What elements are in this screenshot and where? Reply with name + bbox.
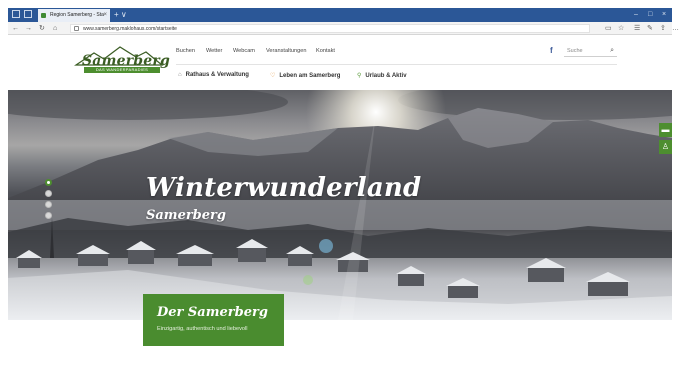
notes-icon[interactable]: ✎	[647, 23, 653, 34]
maximize-button[interactable]: □	[648, 9, 652, 20]
more-icon[interactable]: …	[672, 23, 679, 34]
slider-dot[interactable]	[45, 212, 52, 219]
search-placeholder: Suche	[567, 48, 583, 54]
slider-dot[interactable]	[45, 190, 52, 197]
hero-banner: Winterwunderland Samerberg ▬ ♙	[8, 90, 672, 320]
new-tab-button[interactable]: + ∨	[114, 10, 127, 19]
tab-list-icon[interactable]	[24, 10, 32, 18]
intro-card[interactable]: Der Samerberg Einzigartig, authentisch u…	[143, 294, 284, 346]
logo-tagline: DAS WANDERPARADIES	[84, 67, 160, 73]
window-menu-icon[interactable]	[12, 10, 20, 18]
slider-dot[interactable]	[45, 179, 52, 186]
subnav-item-leben[interactable]: ♡ Leben am Samerberg	[270, 72, 340, 79]
header-divider	[176, 64, 617, 65]
subnav-label: Leben am Samerberg	[279, 73, 341, 79]
card-title: Der Samerberg	[157, 305, 268, 320]
browser-addressbar: ← → ↻ ⌂ www.samerberg.maklohaus.com/star…	[8, 22, 679, 35]
favorites-hub-icon[interactable]: ☰	[634, 23, 640, 34]
nav-item-kontakt[interactable]: Kontakt	[316, 48, 335, 54]
card-subtitle: Einzigartig, authentisch und liebevoll	[157, 326, 248, 332]
nav-item-wetter[interactable]: Wetter	[206, 48, 222, 54]
subnav-label: Urlaub & Aktiv	[365, 73, 407, 79]
browser-tabbar: Region Samerberg - Sta × + ∨ – □ ×	[8, 8, 672, 22]
subnav-item-urlaub[interactable]: ⚲ Urlaub & Aktiv	[357, 72, 407, 79]
facebook-icon[interactable]: f	[550, 46, 553, 55]
slider-dot[interactable]	[45, 201, 52, 208]
person-icon[interactable]: ♙	[659, 140, 672, 154]
page-info-icon	[74, 26, 79, 31]
hiker-icon: ⚲	[357, 73, 362, 79]
house-icon: ⌂	[178, 72, 182, 78]
slider-dots	[45, 179, 52, 223]
heart-icon: ♡	[270, 73, 276, 79]
subnav-item-rathaus[interactable]: ⌂ Rathaus & Verwaltung	[178, 72, 249, 78]
search-input[interactable]: Suche ⌕	[564, 45, 617, 57]
hero-landscape	[8, 90, 672, 320]
favorite-star-icon[interactable]: ☆	[618, 23, 624, 34]
nav-item-webcam[interactable]: Webcam	[233, 48, 255, 54]
close-window-button[interactable]: ×	[662, 9, 666, 20]
hero-subtitle: Samerberg	[146, 208, 226, 223]
nav-item-buchen[interactable]: Buchen	[176, 48, 195, 54]
hero-title: Winterwunderland	[146, 173, 422, 203]
minimize-button[interactable]: –	[634, 9, 638, 20]
tab-close-icon[interactable]: ×	[103, 9, 107, 22]
share-icon[interactable]: ⇪	[660, 23, 666, 34]
favicon-icon	[41, 13, 46, 18]
browser-tab[interactable]: Region Samerberg - Sta ×	[38, 9, 110, 22]
bed-icon[interactable]: ▬	[659, 123, 672, 137]
reading-view-icon[interactable]: ▭	[605, 23, 612, 34]
url-input[interactable]: www.samerberg.maklohaus.com/startseite	[70, 24, 590, 33]
url-text: www.samerberg.maklohaus.com/startseite	[83, 26, 177, 32]
nav-item-veranstaltungen[interactable]: Veranstaltungen	[266, 48, 306, 54]
refresh-icon[interactable]: ↻	[39, 23, 45, 34]
back-icon[interactable]: ←	[12, 23, 19, 34]
site-logo[interactable]: Samerberg DAS WANDERPARADIES	[74, 45, 170, 75]
forward-icon[interactable]: →	[25, 23, 32, 34]
browser-tab-title: Region Samerberg - Sta	[50, 12, 104, 18]
subnav-label: Rathaus & Verwaltung	[185, 72, 249, 78]
search-icon[interactable]: ⌕	[610, 45, 614, 57]
home-icon[interactable]: ⌂	[53, 23, 57, 34]
